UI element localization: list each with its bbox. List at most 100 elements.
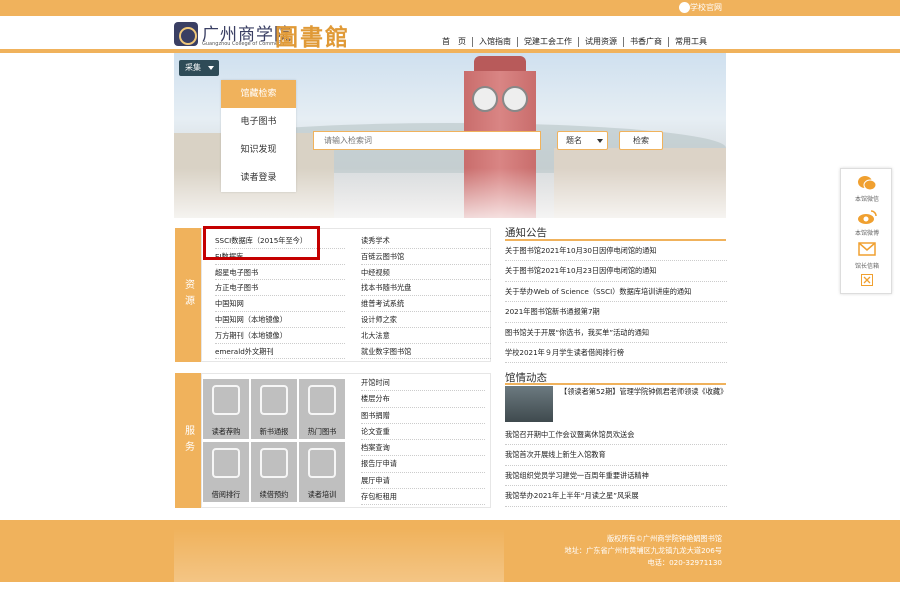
- notice-link[interactable]: 2021年图书馆新书通报第7期: [505, 302, 727, 323]
- mail-icon[interactable]: [857, 241, 877, 257]
- tile-label: 读者荐购: [211, 427, 241, 436]
- service-link[interactable]: 论文查重: [361, 424, 485, 441]
- service-link[interactable]: 存包柜租用: [361, 489, 485, 506]
- library-name[interactable]: 圖書館: [275, 18, 350, 52]
- recommend-icon: [212, 385, 240, 415]
- clock-icon: [472, 86, 498, 112]
- tile-popular-books[interactable]: 热门图书: [299, 379, 345, 439]
- tile-recommend[interactable]: 读者荐购: [203, 379, 249, 439]
- service-link[interactable]: 图书捐赠: [361, 408, 485, 424]
- search-button[interactable]: 检索: [619, 131, 663, 150]
- resources-label: 资源: [175, 228, 201, 362]
- news-link[interactable]: 我馆召开期中工作会议暨离休馆员欢送会: [505, 425, 727, 446]
- resource-link[interactable]: 百链云图书馆: [361, 249, 491, 265]
- notice-link[interactable]: 关于图书馆2021年10月30日因停电闭馆的通知: [505, 241, 727, 262]
- tile-label: 热门图书: [307, 427, 337, 436]
- resource-link[interactable]: 方正电子图书: [215, 280, 345, 297]
- resource-link[interactable]: 万方期刊（本地镜像）: [215, 328, 345, 344]
- service-link[interactable]: 展厅申请: [361, 473, 485, 490]
- weibo-label: 本馆微博: [854, 230, 879, 237]
- search-tabs: 馆藏检索 电子图书 知识发现 读者登录: [221, 80, 296, 192]
- nav-party-work[interactable]: 党建工会工作: [518, 37, 579, 47]
- notice-link[interactable]: 学校2021年９月学生读者借阅排行榜: [505, 343, 727, 364]
- services-panel: 读者荐购 新书通报 热门图书 借阅排行 续借预约 读者培训 开馆时间 楼层分布 …: [201, 373, 491, 508]
- tile-label: 读者培训: [307, 490, 337, 499]
- books-stack-icon: [308, 385, 336, 415]
- resources-column-2: 读秀学术 百链云图书馆 中经视频 找本书随书光盘 维普考试系统 设计师之家 北大…: [361, 233, 491, 360]
- school-name-en: Guangzhou College of Commerce: [202, 41, 286, 47]
- notices-list: 关于图书馆2021年10月30日因停电闭馆的通知 关于图书馆2021年10月23…: [505, 241, 727, 364]
- news-rule: [505, 383, 726, 385]
- nav-trial-resources[interactable]: 试用资源: [579, 37, 624, 47]
- notices-title[interactable]: 通知公告: [505, 225, 547, 240]
- resource-link[interactable]: 设计师之家: [361, 312, 491, 328]
- footer-phone: 电话：020-32971130: [647, 558, 722, 567]
- tile-label: 新书通报: [259, 427, 289, 436]
- renew-icon: [260, 448, 288, 478]
- service-link[interactable]: 开馆时间: [361, 375, 485, 392]
- nav-tools[interactable]: 常用工具: [669, 37, 713, 47]
- tab-discovery[interactable]: 知识发现: [221, 136, 296, 164]
- tile-new-books[interactable]: 新书通报: [251, 379, 297, 439]
- wechat-icon[interactable]: [857, 175, 877, 191]
- notice-link[interactable]: 图书馆关于开展“你选书，我买单”活动的通知: [505, 323, 727, 343]
- footer-copyright: 版权所有©广州商学院钟艳娟图书馆: [606, 534, 722, 543]
- tile-training[interactable]: 读者培训: [299, 442, 345, 502]
- mail-label: 馆长信箱: [854, 263, 879, 270]
- resource-link[interactable]: emerald外文期刊: [215, 344, 345, 360]
- wechat-label: 本馆微信: [854, 196, 879, 203]
- search-field-value: 题名: [566, 136, 582, 145]
- resource-link[interactable]: 中国知网: [215, 296, 345, 312]
- tile-label: 续借预约: [259, 490, 289, 499]
- resource-link[interactable]: 读秀学术: [361, 233, 491, 249]
- caret-down-icon: [208, 66, 214, 70]
- resource-link[interactable]: 北大法意: [361, 328, 491, 344]
- service-links: 开馆时间 楼层分布 图书捐赠 论文查重 档案查询 报告厅申请 展厅申请 存包柜租…: [361, 375, 485, 506]
- service-link[interactable]: 报告厅申请: [361, 456, 485, 473]
- nav-guide[interactable]: 入馆指南: [473, 37, 518, 47]
- school-logo-icon[interactable]: [174, 22, 198, 46]
- official-site-link[interactable]: 学校官网: [690, 2, 722, 13]
- collect-dropdown[interactable]: 采集: [179, 60, 219, 76]
- highlight-box: [203, 226, 320, 260]
- clock-icon: [502, 86, 528, 112]
- floating-share-bar: 本馆微信 本馆微博 馆长信箱: [840, 168, 892, 294]
- resource-link[interactable]: 中国知网（本地镜像）: [215, 312, 345, 328]
- service-link[interactable]: 档案查询: [361, 440, 485, 457]
- tile-label: 借阅排行: [211, 490, 241, 499]
- tab-reader-login[interactable]: 读者登录: [221, 164, 296, 192]
- new-books-icon: [260, 385, 288, 415]
- featured-news-link[interactable]: 【领读者第52期】管理学院钟佩君老师领读《收藏》: [560, 386, 727, 397]
- resource-link[interactable]: 中经视频: [361, 265, 491, 281]
- weibo-icon[interactable]: [857, 209, 877, 225]
- resource-link[interactable]: 找本书随书光盘: [361, 280, 491, 297]
- top-bar: 学校官网: [0, 0, 900, 16]
- services-label: 服务: [175, 373, 201, 508]
- nav-reading[interactable]: 书香广商: [624, 37, 669, 47]
- news-link[interactable]: 我馆举办2021年上半年“月读之星”风采展: [505, 486, 727, 507]
- tile-ranking[interactable]: 借阅排行: [203, 442, 249, 502]
- tab-ebooks[interactable]: 电子图书: [221, 108, 296, 136]
- search-field-select[interactable]: 题名: [557, 131, 608, 150]
- service-link[interactable]: 楼层分布: [361, 391, 485, 408]
- home-icon[interactable]: [679, 2, 690, 13]
- collect-label: 采集: [185, 63, 201, 72]
- tab-catalog-search[interactable]: 馆藏检索: [221, 80, 296, 108]
- search-input[interactable]: [313, 131, 541, 150]
- chevron-down-icon: [597, 139, 603, 143]
- notice-link[interactable]: 关于图书馆2021年10月23日因停电闭馆的通知: [505, 261, 727, 282]
- news-link[interactable]: 我馆首次开展线上新生入馆教育: [505, 445, 727, 466]
- resource-link[interactable]: 就业数字图书馆: [361, 344, 491, 360]
- news-thumbnail[interactable]: [505, 386, 553, 422]
- training-icon: [308, 448, 336, 478]
- nav-home[interactable]: 首 页: [436, 37, 473, 47]
- news-link[interactable]: 我馆组织党员学习建党一百周年重要讲话精神: [505, 466, 727, 487]
- resource-link[interactable]: 超星电子图书: [215, 265, 345, 281]
- close-icon[interactable]: [861, 274, 873, 286]
- ranking-icon: [212, 448, 240, 478]
- news-list: 我馆召开期中工作会议暨离休馆员欢送会 我馆首次开展线上新生入馆教育 我馆组织党员…: [505, 425, 727, 507]
- tile-renew[interactable]: 续借预约: [251, 442, 297, 502]
- resource-link[interactable]: 维普考试系统: [361, 296, 491, 312]
- main-nav: 首 页 入馆指南 党建工会工作 试用资源 书香广商 常用工具: [436, 37, 713, 47]
- notice-link[interactable]: 关于举办Web of Science（SSCI）数据库培训讲座的通知: [505, 282, 727, 303]
